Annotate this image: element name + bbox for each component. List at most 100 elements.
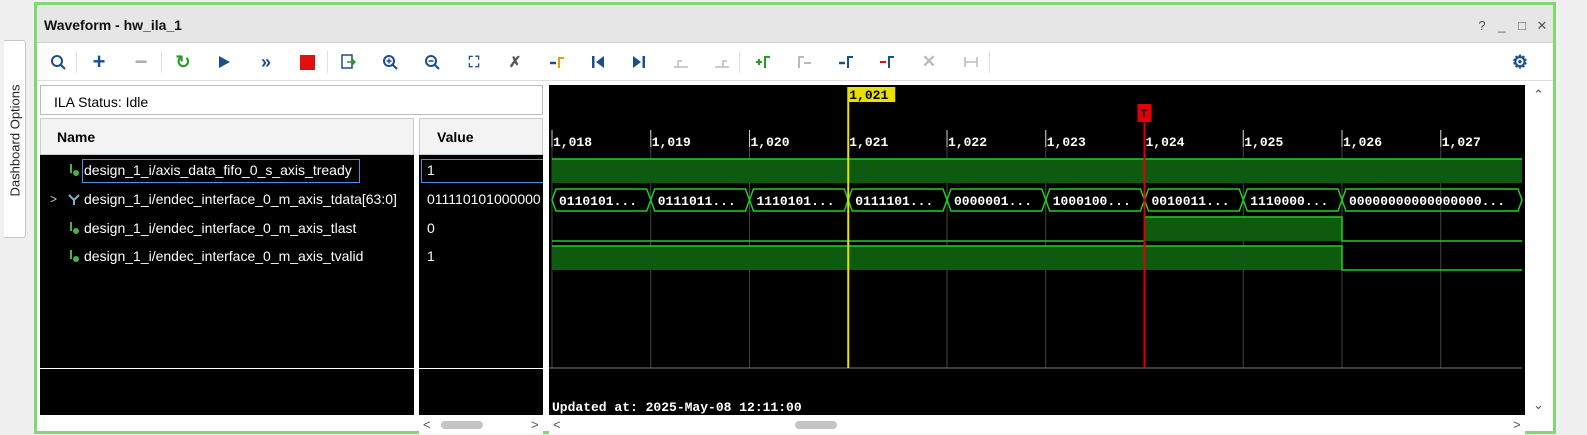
minimize-icon[interactable]: _: [1495, 19, 1509, 33]
bus-value-label: 0111011...: [658, 194, 736, 209]
next-transition-icon[interactable]: [710, 50, 734, 74]
window-controls: ? _ □ ✕: [1475, 19, 1549, 33]
prev-marker-icon[interactable]: [792, 50, 816, 74]
value-column-header[interactable]: Value: [419, 118, 543, 155]
tready-high-segment: [749, 159, 849, 183]
scroll-thumb[interactable]: [441, 421, 483, 429]
scroll-right-icon[interactable]: >: [1513, 417, 1521, 432]
signal-row[interactable]: design_1_i/endec_interface_0_m_axis_tval…: [40, 244, 414, 270]
waveform-horizontal-scrollbar[interactable]: < >: [549, 416, 1525, 434]
tvalid-high-segment: [1243, 246, 1342, 270]
bus-value-label: 0111101...: [855, 194, 933, 209]
zoom-in-icon[interactable]: [378, 50, 402, 74]
close-icon[interactable]: ✕: [1535, 19, 1549, 33]
signal-name: design_1_i/endec_interface_0_m_axis_tval…: [84, 248, 364, 264]
run-all-icon[interactable]: »: [254, 50, 278, 74]
zoom-fit-icon[interactable]: ⛶: [462, 50, 486, 74]
tlast-trace: [552, 216, 1522, 242]
tvalid-high-segment: [848, 246, 947, 270]
settings-icon[interactable]: ⚙: [1508, 50, 1532, 74]
signal-value: 1: [427, 248, 435, 264]
search-icon[interactable]: [46, 50, 70, 74]
left-dock: Dashboard Options: [0, 0, 28, 435]
bus-icon: [68, 194, 80, 205]
tvalid-high-segment: [650, 246, 750, 270]
tready-high-segment: [1342, 159, 1441, 183]
tick-label: 1,021: [849, 135, 888, 150]
scroll-right-icon[interactable]: >: [531, 417, 539, 432]
signal-row[interactable]: design_1_i/axis_data_fifo_0_s_axis_tread…: [40, 158, 414, 184]
run-icon[interactable]: [212, 50, 236, 74]
value-row[interactable]: 1: [419, 244, 543, 270]
bus-value-label: 0110101...: [559, 194, 637, 209]
expand-icon[interactable]: >: [50, 192, 57, 206]
waveform-canvas[interactable]: 1,018 1,019 1,020 1,021 1,022 1,023 1,024 1,025…: [549, 85, 1525, 415]
goto-last-icon[interactable]: [627, 50, 651, 74]
value-row[interactable]: 011110101000000: [419, 187, 543, 213]
tready-high-segment: [1045, 159, 1145, 183]
add-icon[interactable]: +: [87, 49, 111, 74]
trigger-label: T: [1141, 109, 1148, 121]
value-row[interactable]: 1: [419, 158, 543, 184]
tready-high-segment: [1440, 159, 1522, 183]
value-row[interactable]: 0: [419, 216, 543, 242]
scroll-down-icon[interactable]: ⌄: [1533, 397, 1544, 413]
maximize-icon[interactable]: □: [1515, 19, 1529, 33]
goto-first-icon[interactable]: [586, 50, 610, 74]
bus-value-label: 00000000000000000...: [1349, 194, 1505, 209]
stop-icon[interactable]: [295, 50, 319, 74]
zoom-out-icon[interactable]: [420, 50, 444, 74]
dashboard-options-tab[interactable]: Dashboard Options: [4, 40, 26, 238]
tick-label: 1,026: [1343, 135, 1382, 150]
scroll-left-icon[interactable]: <: [553, 417, 561, 432]
tick-label: 1,023: [1047, 135, 1086, 150]
next-marker-icon[interactable]: [834, 50, 858, 74]
title-bar: Waveform - hw_ila_1 ? _ □ ✕: [37, 5, 1553, 43]
signal-row[interactable]: > design_1_i/endec_interface_0_m_axis_td…: [40, 187, 414, 213]
vertical-scrollbar[interactable]: ⌃ ⌄: [1525, 85, 1553, 415]
cursor-delete-icon[interactable]: ✗: [503, 50, 527, 74]
signal-value: 011110101000000: [427, 191, 541, 207]
swap-icon[interactable]: [959, 50, 983, 74]
tready-high-segment: [1144, 159, 1244, 183]
tready-high-segment: [552, 159, 651, 183]
remove-icon[interactable]: −: [129, 49, 153, 74]
goto-cursor-icon[interactable]: [545, 50, 569, 74]
divider: [40, 368, 414, 369]
signal-value-panel: 1 011110101000000 0 1: [419, 155, 543, 415]
divider: [419, 368, 543, 369]
cursor-label: 1,021: [849, 88, 888, 103]
signal-row[interactable]: design_1_i/endec_interface_0_m_axis_tlas…: [40, 216, 414, 242]
scroll-thumb[interactable]: [795, 421, 837, 429]
signal-name: design_1_i/axis_data_fifo_0_s_axis_tread…: [84, 162, 352, 178]
waveform-window: Waveform - hw_ila_1 ? _ □ ✕ + − ↻ » ⛶ ✗: [34, 2, 1556, 434]
bus-value-label: 0010011...: [1152, 194, 1230, 209]
ila-status: ILA Status: Idle: [40, 85, 543, 115]
tvalid-high-segment: [552, 246, 651, 270]
tready-high-segment: [848, 159, 947, 183]
remove-marker-icon[interactable]: [875, 50, 899, 74]
toolbar: + − ↻ » ⛶ ✗ ✕ ⚙: [37, 43, 1553, 81]
updated-timestamp: Updated at: 2025-May-08 12:11:00: [552, 400, 802, 415]
scroll-left-icon[interactable]: <: [423, 417, 431, 432]
bus-value-label: 1110000...: [1250, 194, 1328, 209]
tvalid-high-segment: [1045, 246, 1145, 270]
tick-label: 1,022: [948, 135, 987, 150]
bus-value-label: 1110101...: [757, 194, 835, 209]
export-icon[interactable]: [336, 50, 360, 74]
value-horizontal-scrollbar[interactable]: < >: [419, 416, 543, 434]
help-icon[interactable]: ?: [1475, 19, 1489, 33]
tready-high-segment: [1243, 159, 1342, 183]
tick-label: 1,025: [1244, 135, 1283, 150]
tready-high-segment: [650, 159, 750, 183]
scroll-up-icon[interactable]: ⌃: [1533, 87, 1544, 103]
add-marker-icon[interactable]: [751, 50, 775, 74]
signal-name-panel: design_1_i/axis_data_fifo_0_s_axis_tread…: [40, 155, 414, 415]
refresh-icon[interactable]: ↻: [171, 50, 195, 74]
prev-transition-icon[interactable]: [669, 50, 693, 74]
signal-icon: [70, 164, 79, 176]
delete-icon[interactable]: ✕: [917, 50, 941, 74]
tvalid-high-segment: [749, 246, 849, 270]
tick-label: 1,018: [553, 135, 592, 150]
name-column-header[interactable]: Name: [40, 118, 414, 155]
